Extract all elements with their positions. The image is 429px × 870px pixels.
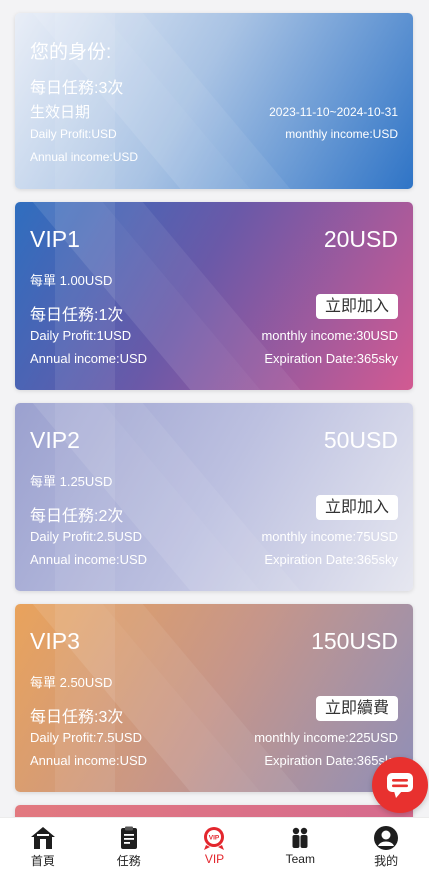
nav-label-vip: VIP [204, 852, 225, 866]
vip-monthly-income: monthly income:75USD [261, 529, 398, 544]
status-daily-profit: Daily Profit:USD [30, 127, 117, 141]
chat-bubble-icon [387, 773, 413, 798]
vip-annual-income: Annual income:USD [30, 552, 148, 567]
vip-name: VIP2 [30, 427, 80, 453]
nav-label-home: 首頁 [30, 854, 55, 868]
vip-price: 50USD [323, 427, 398, 453]
status-annual-income: Annual income:USD [30, 150, 139, 164]
vip-annual-income: Annual income:USD [30, 753, 148, 768]
nav-label-mine: 我的 [374, 854, 399, 868]
nav-item-mine[interactable]: 我的 [343, 818, 429, 870]
team-icon [292, 827, 308, 848]
vip-daily-profit: Daily Profit:1USD [30, 328, 132, 343]
bottom-nav: 首頁 任務 VIP VIP Team 我的 [0, 817, 429, 870]
status-monthly-income: monthly income:USD [285, 127, 398, 141]
join-now-button[interactable]: 立即加入 [315, 294, 398, 319]
vip-badge-icon: VIP [204, 827, 225, 850]
status-date-range: 2023-11-10~2024-10-31 [269, 105, 398, 119]
vip-name: VIP3 [30, 628, 80, 654]
vip-card-vip1: VIP1 20USD 每單 1.00USD 每日任務:1次 立即加入 Daily… [15, 202, 413, 390]
profile-icon [374, 826, 399, 850]
vip-name: VIP1 [30, 226, 80, 252]
renew-now-button[interactable]: 立即續費 [315, 696, 398, 721]
nav-item-home[interactable]: 首頁 [0, 818, 86, 870]
status-effective-date-label: 生效日期 [30, 104, 91, 121]
current-status-card: 您的身份: 每日任務:3次 生效日期 2023-11-10~2024-10-31… [15, 13, 413, 189]
home-icon [30, 827, 55, 849]
vip-per-order: 每單 1.00USD [30, 273, 113, 288]
nav-label-team: Team [285, 852, 315, 866]
task-clipboard-icon [120, 826, 137, 849]
nav-item-vip[interactable]: VIP VIP [172, 818, 258, 870]
vip-daily-tasks: 每日任務:3次 [30, 709, 124, 726]
nav-label-tasks: 任務 [116, 854, 141, 868]
vip-card-vip3: VIP3 150USD 每單 2.50USD 每日任務:3次 立即續費 Dail… [15, 604, 413, 792]
vip-daily-tasks: 每日任務:1次 [30, 307, 124, 324]
vip-page: 您的身份: 每日任務:3次 生效日期 2023-11-10~2024-10-31… [0, 0, 429, 870]
status-title: 您的身份: [30, 42, 112, 63]
vip-monthly-income: monthly income:30USD [261, 328, 398, 343]
vip-per-order: 每單 2.50USD [30, 675, 113, 690]
vip-annual-income: Annual income:USD [30, 351, 148, 366]
vip-per-order: 每單 1.25USD [30, 474, 113, 489]
vip-card-vip2: VIP2 50USD 每單 1.25USD 每日任務:2次 立即加入 Daily… [15, 403, 413, 591]
nav-item-tasks[interactable]: 任務 [86, 818, 172, 870]
chat-button[interactable] [372, 757, 428, 813]
vip-monthly-income: monthly income:225USD [254, 730, 398, 745]
nav-item-team[interactable]: Team [257, 818, 343, 870]
status-daily-tasks: 每日任務:3次 [30, 80, 124, 97]
vip-price: 20USD [323, 226, 398, 252]
join-now-button[interactable]: 立即加入 [315, 495, 398, 520]
vip-daily-profit: Daily Profit:7.5USD [30, 730, 142, 745]
vip-expiration-date: Expiration Date:365sky [264, 552, 398, 567]
vip-daily-tasks: 每日任務:2次 [30, 508, 124, 525]
svg-text:VIP: VIP [209, 835, 220, 842]
vip-price: 150USD [311, 628, 398, 654]
vip-expiration-date: Expiration Date:365sky [264, 351, 398, 366]
vip-daily-profit: Daily Profit:2.5USD [30, 529, 142, 544]
